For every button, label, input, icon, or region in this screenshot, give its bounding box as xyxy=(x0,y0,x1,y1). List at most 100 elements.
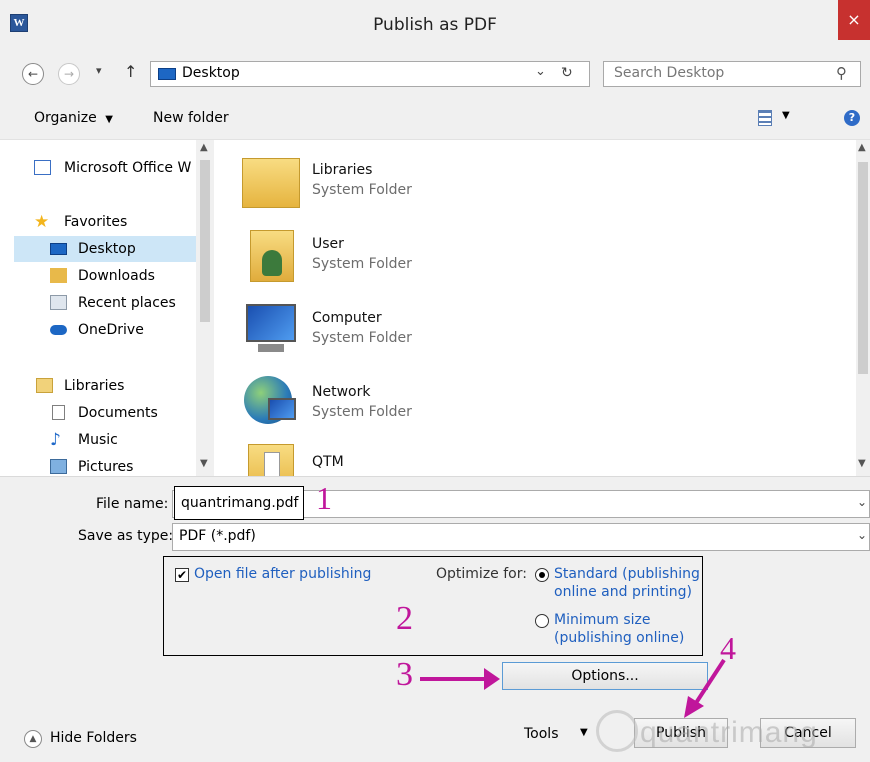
list-item[interactable]: User System Folder xyxy=(242,222,562,290)
standard-radio[interactable] xyxy=(535,568,549,582)
file-list-scrollbar[interactable]: ▲ ▼ xyxy=(856,140,870,476)
file-name: Network xyxy=(312,384,371,400)
user-icon xyxy=(262,250,282,276)
window-title: Publish as PDF xyxy=(373,15,497,35)
view-options-button[interactable]: ▼ xyxy=(758,108,798,130)
watermark-logo xyxy=(596,710,638,752)
music-icon: ♪ xyxy=(50,430,61,450)
scrollbar-thumb[interactable] xyxy=(858,162,868,374)
open-after-checkbox[interactable]: ✔ xyxy=(175,568,189,582)
network-monitor xyxy=(268,398,296,420)
command-toolbar: Organize ▼ New folder ▼ ? xyxy=(0,100,870,140)
file-type: System Folder xyxy=(312,330,412,346)
libraries-icon xyxy=(36,378,53,393)
up-button[interactable]: ↑ xyxy=(124,62,137,81)
help-icon[interactable]: ? xyxy=(844,110,860,126)
back-button[interactable]: ← xyxy=(22,63,44,85)
onedrive-icon xyxy=(50,325,67,335)
recent-locations-button[interactable]: ▾ xyxy=(96,64,102,77)
minimum-radio[interactable] xyxy=(535,614,549,628)
monitor-stand xyxy=(258,344,284,352)
chevron-down-icon: ▼ xyxy=(782,110,790,121)
file-name: Computer xyxy=(312,310,382,326)
sidebar-item-label: OneDrive xyxy=(78,322,144,338)
sidebar-item-label: Favorites xyxy=(64,214,128,230)
save-type-value: PDF (*.pdf) xyxy=(179,528,256,544)
sidebar-item-label: Documents xyxy=(78,405,158,421)
list-item[interactable]: Computer System Folder xyxy=(242,296,562,364)
radio-dot xyxy=(539,572,545,578)
tools-button[interactable]: Tools xyxy=(524,726,559,742)
documents-icon xyxy=(52,405,65,420)
annotation-arrow-3 xyxy=(420,668,500,690)
organize-button[interactable]: Organize ▼ xyxy=(34,110,113,126)
annotation-number-2: 2 xyxy=(396,600,413,637)
options-button[interactable]: Options... xyxy=(502,662,708,690)
sidebar-item-label: Desktop xyxy=(78,241,136,257)
sidebar-item-label: Downloads xyxy=(78,268,155,284)
save-type-select[interactable]: PDF (*.pdf) ⌄ xyxy=(172,523,870,551)
tools-label: Tools xyxy=(524,726,559,742)
minimum-label-line1[interactable]: Minimum size xyxy=(554,612,650,628)
view-options-icon xyxy=(758,110,772,126)
chevron-down-icon[interactable]: ⌄ xyxy=(857,528,867,542)
scroll-up-icon[interactable]: ▲ xyxy=(858,142,866,153)
navigation-scrollbar[interactable]: ▲ ▼ xyxy=(196,140,214,476)
document-page xyxy=(264,452,280,476)
hide-folders-button[interactable]: Hide Folders xyxy=(50,730,137,746)
annotation-number-3: 3 xyxy=(396,656,413,693)
sidebar-item-label: Music xyxy=(78,432,118,448)
organize-label: Organize xyxy=(34,110,97,126)
scroll-down-icon[interactable]: ▼ xyxy=(200,458,208,469)
sidebar-item-label: Libraries xyxy=(64,378,125,394)
title-bar: W Publish as PDF × xyxy=(0,0,870,48)
minimum-label-line2[interactable]: (publishing online) xyxy=(554,630,684,646)
recent-places-icon xyxy=(50,295,67,310)
sidebar-item-label: Pictures xyxy=(78,459,134,475)
hide-folders-icon[interactable]: ▲ xyxy=(24,730,42,748)
address-bar[interactable]: Desktop ⌄ ↻ xyxy=(150,61,590,87)
navigation-pane: Microsoft Office W ★ Favorites Desktop D… xyxy=(0,140,214,476)
list-item[interactable]: Libraries System Folder xyxy=(242,148,562,216)
save-type-label: Save as type: xyxy=(78,528,174,544)
sidebar-item-label: Recent places xyxy=(78,295,176,311)
computer-icon xyxy=(246,304,296,342)
annotation-number-1: 1 xyxy=(316,480,332,516)
chevron-down-icon[interactable]: ⌄ xyxy=(857,495,867,509)
file-type: System Folder xyxy=(312,404,412,420)
optimize-for-label: Optimize for: xyxy=(436,566,527,582)
file-type: System Folder xyxy=(312,256,412,272)
standard-label-line2[interactable]: online and printing) xyxy=(554,584,692,600)
desktop-icon xyxy=(158,68,176,80)
downloads-icon xyxy=(50,268,67,283)
desktop-icon xyxy=(50,243,67,255)
scroll-up-icon[interactable]: ▲ xyxy=(200,142,208,153)
pictures-icon xyxy=(50,459,67,474)
search-input[interactable]: Search Desktop ⚲ xyxy=(603,61,861,87)
open-after-label[interactable]: Open file after publishing xyxy=(194,566,371,582)
refresh-icon[interactable]: ↻ xyxy=(561,65,573,81)
address-dropdown-icon[interactable]: ⌄ xyxy=(535,64,546,79)
chevron-down-icon: ▼ xyxy=(580,727,588,738)
sidebar-item-desktop[interactable]: Desktop xyxy=(14,236,196,262)
close-button[interactable]: × xyxy=(838,0,870,40)
forward-button[interactable]: → xyxy=(58,63,80,85)
libraries-folder-icon xyxy=(242,158,300,208)
annotation-box-filename: quantrimang.pdf xyxy=(174,486,304,520)
scroll-down-icon[interactable]: ▼ xyxy=(858,458,866,469)
chevron-down-icon: ▼ xyxy=(105,114,113,125)
standard-label-line1[interactable]: Standard (publishing xyxy=(554,566,700,582)
scrollbar-thumb[interactable] xyxy=(200,160,210,322)
search-placeholder: Search Desktop xyxy=(614,65,725,81)
new-folder-button[interactable]: New folder xyxy=(153,110,229,126)
sidebar-item-office[interactable]: Microsoft Office W xyxy=(34,155,204,181)
file-name-value: quantrimang.pdf xyxy=(181,495,299,511)
office-icon xyxy=(34,160,51,175)
list-item[interactable]: QTM xyxy=(242,440,562,476)
sidebar-item-label: Microsoft Office W xyxy=(64,160,192,176)
list-item[interactable]: Network System Folder xyxy=(242,370,562,438)
file-type: System Folder xyxy=(312,182,412,198)
search-icon[interactable]: ⚲ xyxy=(836,64,847,82)
file-list: Libraries System Folder User System Fold… xyxy=(214,140,856,476)
file-name: QTM xyxy=(312,454,344,470)
